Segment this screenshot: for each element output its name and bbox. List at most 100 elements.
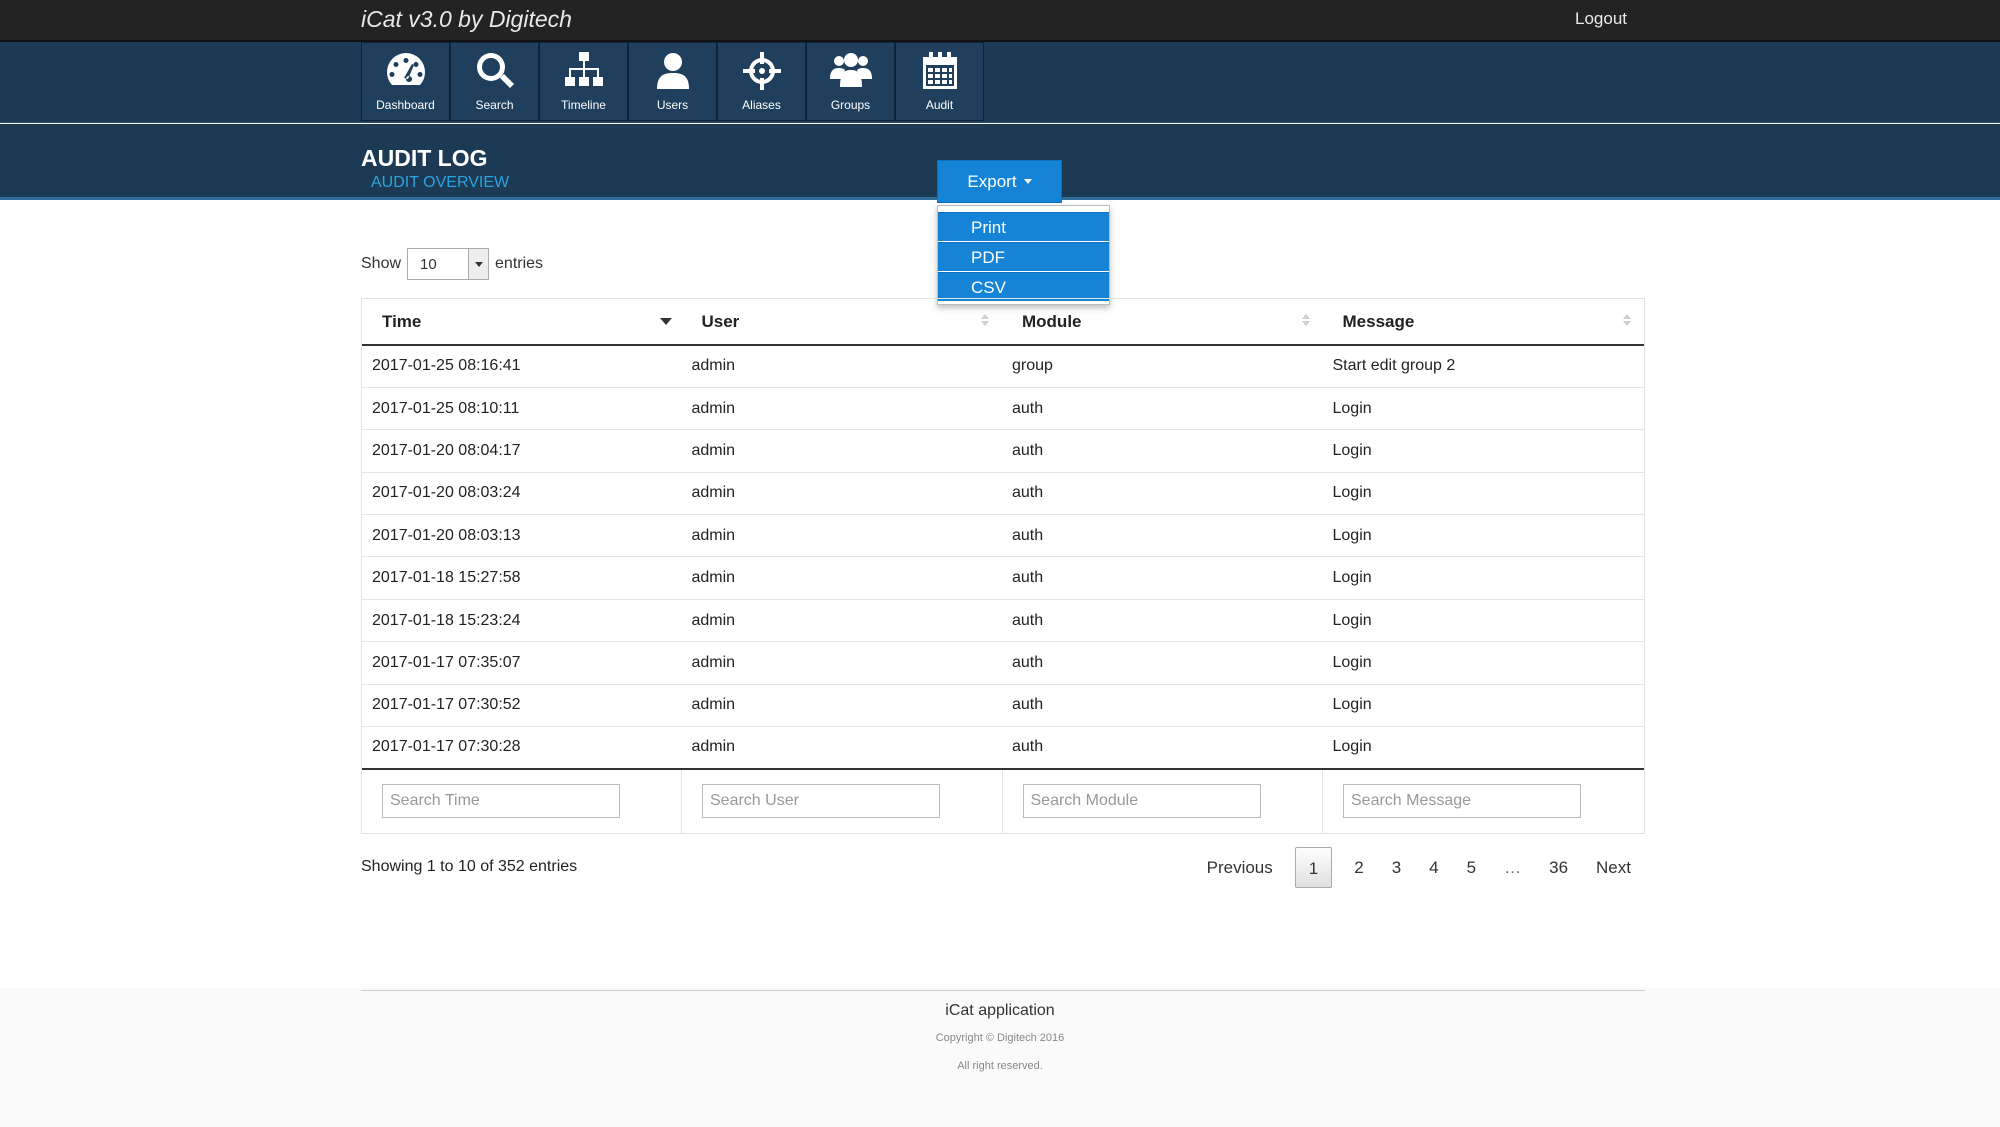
cell-module: auth — [1002, 641, 1323, 685]
table-row: 2017-01-20 08:03:24 admin auth Login — [362, 472, 1644, 516]
nav-item-dashboard[interactable]: Dashboard — [361, 42, 450, 121]
cell-module: auth — [1002, 429, 1323, 473]
table-info: Showing 1 to 10 of 352 entries — [361, 858, 578, 875]
nav-item-search[interactable]: Search — [450, 42, 539, 121]
table-row: 2017-01-18 15:27:58 admin auth Login — [362, 556, 1644, 600]
export-button[interactable]: Export — [937, 160, 1062, 203]
cell-message: Login — [1322, 556, 1644, 600]
nav-item-groups[interactable]: Groups — [806, 42, 895, 121]
group-icon — [829, 53, 872, 87]
audit-table: Time User Module Message 2017-01-25 08:1… — [361, 298, 1645, 834]
entries-label: entries — [495, 255, 544, 272]
nav-label: Aliases — [742, 98, 781, 112]
export-pdf-option[interactable]: PDF — [938, 242, 1109, 271]
cell-module: auth — [1002, 514, 1323, 558]
user-icon — [656, 53, 689, 89]
cell-time: 2017-01-17 07:35:07 — [362, 641, 682, 685]
sort-icon — [1301, 314, 1311, 328]
nav-label: Dashboard — [376, 98, 435, 112]
pagination-page[interactable]: 5 — [1453, 847, 1490, 888]
pagination-page[interactable]: 36 — [1535, 847, 1582, 888]
cell-message: Login — [1322, 514, 1644, 558]
entries-select[interactable]: 10 — [407, 248, 490, 280]
table-row: 2017-01-20 08:03:13 admin auth Login — [362, 514, 1644, 558]
cell-time: 2017-01-25 08:16:41 — [362, 345, 682, 388]
cell-module: group — [1002, 345, 1323, 388]
cell-user: admin — [681, 726, 1002, 770]
cell-message: Login — [1322, 387, 1644, 431]
column-header-message[interactable]: Message — [1322, 299, 1644, 346]
nav-label: Search — [475, 98, 514, 112]
cell-message: Login — [1322, 599, 1644, 643]
cell-module: auth — [1002, 684, 1323, 728]
cell-time: 2017-01-20 08:03:24 — [362, 472, 682, 516]
nav-label: Groups — [830, 98, 871, 112]
cell-user: admin — [681, 429, 1002, 473]
entries-select-value: 10 — [420, 255, 437, 273]
caret-down-icon — [1023, 179, 1032, 184]
sort-icon — [980, 314, 990, 328]
export-print-option[interactable]: Print — [938, 212, 1109, 241]
cell-module: auth — [1002, 472, 1323, 516]
nav-label: Timeline — [561, 98, 606, 112]
cell-module: auth — [1002, 556, 1323, 600]
cell-message: Login — [1322, 429, 1644, 473]
dropdown-arrow-icon — [468, 249, 489, 279]
cell-message: Login — [1322, 684, 1644, 728]
pagination-page[interactable]: 4 — [1415, 847, 1452, 888]
table-row: 2017-01-25 08:10:11 admin auth Login — [362, 387, 1644, 431]
nav-label: Users — [656, 98, 689, 112]
cell-user: admin — [681, 556, 1002, 600]
search-time-input[interactable] — [382, 784, 620, 819]
table-row: 2017-01-17 07:30:52 admin auth Login — [362, 684, 1644, 728]
table-row: 2017-01-18 15:23:24 admin auth Login — [362, 599, 1644, 643]
nav-item-audit[interactable]: Audit — [895, 42, 984, 121]
cell-user: admin — [681, 514, 1002, 558]
search-module-input[interactable] — [1022, 784, 1261, 819]
search-icon — [476, 53, 514, 88]
column-header-module[interactable]: Module — [1002, 299, 1323, 346]
cell-message: Login — [1322, 726, 1644, 770]
filter-cell — [362, 768, 682, 833]
filter-cell — [681, 768, 1003, 833]
cell-user: admin — [681, 387, 1002, 431]
footer-rights: All right reserved. — [957, 1060, 1043, 1072]
search-user-input[interactable] — [702, 784, 940, 819]
pagination-page[interactable]: 2 — [1340, 847, 1377, 888]
column-header-label: Time — [382, 311, 422, 331]
footer-title: iCat application — [945, 1002, 1055, 1019]
pagination-page[interactable]: 3 — [1378, 847, 1415, 888]
filter-cell — [1323, 769, 1645, 833]
pagination-next[interactable]: Next — [1582, 847, 1645, 888]
search-message-input[interactable] — [1343, 784, 1581, 819]
nav-label: Audit — [925, 98, 954, 112]
cell-time: 2017-01-20 08:03:13 — [362, 514, 682, 558]
pagination-page-current[interactable]: 1 — [1294, 847, 1333, 888]
nav-item-users[interactable]: Users — [628, 42, 717, 121]
column-header-user[interactable]: User — [681, 299, 1002, 346]
top-bar: iCat v3.0 by Digitech Logout — [0, 0, 2000, 42]
column-header-label: User — [701, 311, 740, 331]
page-title: AUDIT LOG — [361, 145, 488, 171]
sort-desc-icon — [659, 314, 672, 328]
pagination-previous[interactable]: Previous — [1193, 847, 1287, 888]
table-row: 2017-01-25 08:16:41 admin group Start edit … — [362, 345, 1644, 388]
nav-item-aliases[interactable]: Aliases — [717, 42, 806, 121]
export-csv-option[interactable]: CSV — [938, 272, 1109, 301]
cell-module: auth — [1002, 599, 1323, 643]
cell-time: 2017-01-20 08:04:17 — [362, 429, 682, 473]
cell-time: 2017-01-17 07:30:52 — [362, 684, 682, 728]
column-header-time[interactable]: Time — [362, 299, 682, 346]
cell-module: auth — [1002, 387, 1323, 431]
crosshair-icon — [742, 52, 781, 90]
length-control: Show 10 entries — [361, 248, 543, 280]
nav-item-timeline[interactable]: Timeline — [539, 42, 628, 121]
footer-divider — [361, 990, 1645, 991]
cell-message: Login — [1322, 472, 1644, 516]
cell-user: admin — [681, 472, 1002, 516]
export-menu: Print PDF CSV — [937, 205, 1110, 305]
cell-time: 2017-01-17 07:30:28 — [362, 726, 682, 770]
sitemap-icon — [564, 52, 603, 86]
logout-link[interactable]: Logout — [1575, 9, 1627, 29]
export-label: Export — [967, 171, 1017, 191]
